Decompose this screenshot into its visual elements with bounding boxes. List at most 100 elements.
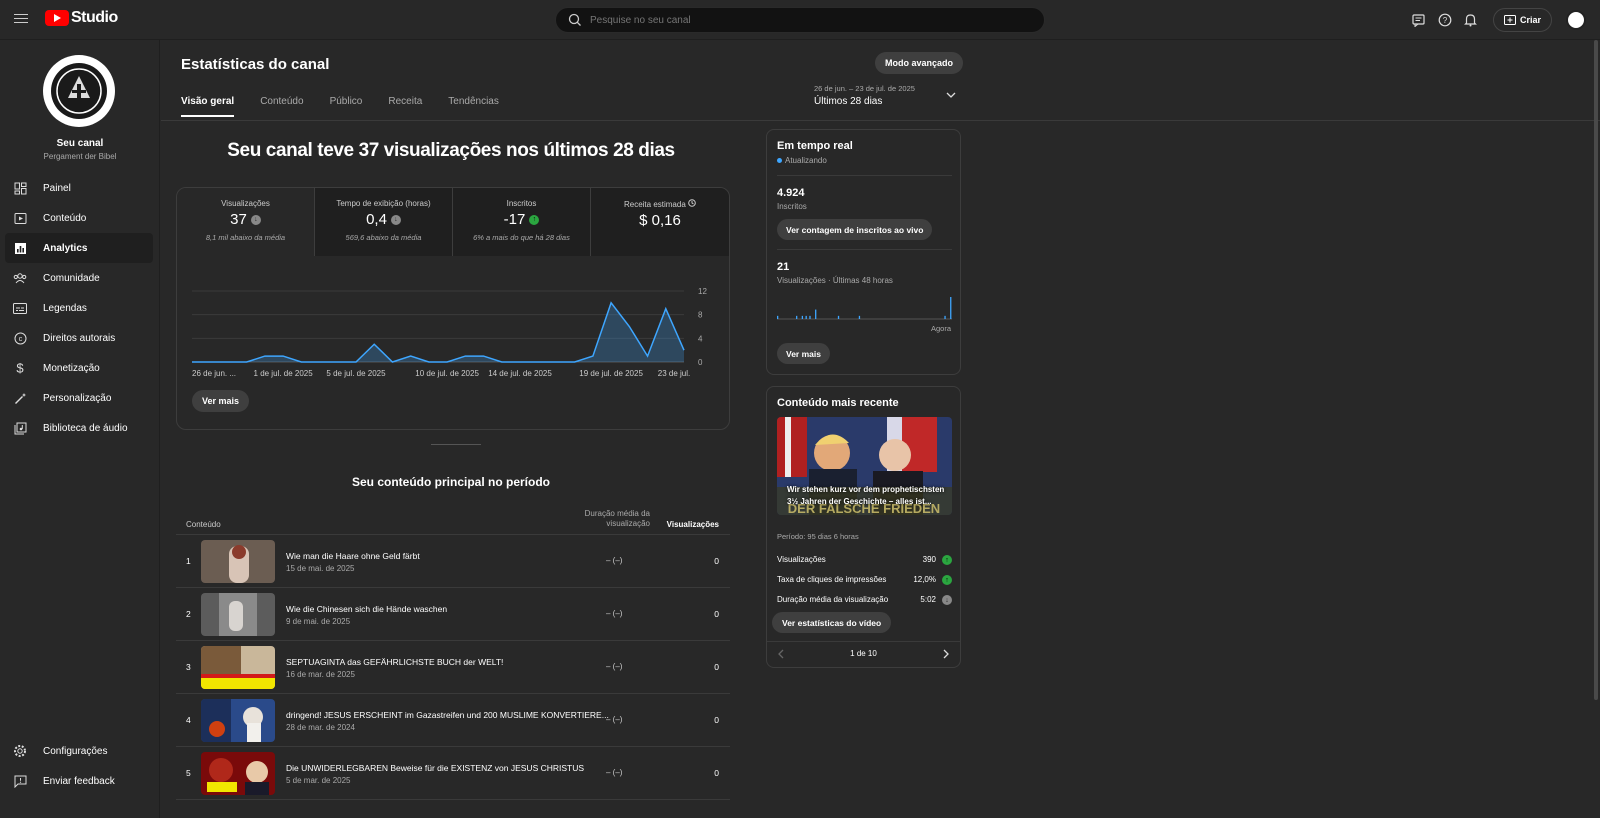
bell-icon[interactable]: [1463, 12, 1479, 28]
video-thumbnail[interactable]: [201, 752, 275, 795]
realtime-bar: [837, 315, 840, 319]
chevron-down-icon: [946, 92, 956, 98]
search-input[interactable]: [590, 11, 1030, 29]
search-box[interactable]: [555, 7, 1045, 33]
metric-label: Visualizações: [221, 199, 270, 208]
sidebar-item-legendas[interactable]: Legendas: [5, 293, 153, 323]
video-thumbnail[interactable]: [201, 540, 275, 583]
live-subscriber-count-button[interactable]: Ver contagem de inscritos ao vivo: [777, 219, 933, 240]
analytics-icon: [13, 241, 27, 255]
sidebar: Seu canal Pergament der Bibel Painel Con…: [0, 40, 160, 818]
table-row[interactable]: 1 Wie man die Haare ohne Geld färbt 15 d…: [176, 535, 730, 588]
channel-avatar[interactable]: [43, 55, 115, 127]
sidebar-item-personalizacao[interactable]: Personalização: [5, 383, 153, 413]
overview-card: Visualizações 37 ↓ 8,1 mil abaixo da médi…: [176, 187, 730, 430]
recent-video-thumbnail[interactable]: DER FALSCHE FRIEDEN Wir stehen kurz vor …: [777, 417, 952, 515]
video-thumbnail[interactable]: [201, 699, 275, 742]
sidebar-item-analytics[interactable]: Analytics: [5, 233, 153, 263]
video-analytics-button[interactable]: Ver estatísticas do vídeo: [772, 612, 892, 633]
feedback-icon[interactable]: [1411, 12, 1427, 28]
sidebar-item-painel[interactable]: Painel: [5, 173, 153, 203]
sidebar-item-label: Monetização: [43, 362, 100, 374]
table-row[interactable]: 3 SEPTUAGINTA das GEFÄHRLICHSTE BUCH der…: [176, 641, 730, 694]
realtime-bar: [809, 315, 811, 319]
copyright-icon: c: [13, 331, 27, 345]
sidebar-item-conteudo[interactable]: Conteúdo: [5, 203, 153, 233]
tab-conteudo[interactable]: Conteúdo: [260, 96, 303, 117]
table-header: Conteúdo Duração média da visualização V…: [176, 507, 730, 535]
avg-duration: – (–): [606, 715, 623, 724]
tab-receita[interactable]: Receita: [388, 96, 422, 117]
video-title[interactable]: Wie man die Haare ohne Geld färbt: [286, 551, 420, 561]
tab-visao-geral[interactable]: Visão geral: [181, 96, 235, 117]
sidebar-item-biblioteca-audio[interactable]: Biblioteca de áudio: [5, 413, 153, 443]
table-row[interactable]: 5 Die UNWIDERLEGBAREN Beweise für die EX…: [176, 747, 730, 800]
sidebar-item-monetizacao[interactable]: $ Monetização: [5, 353, 153, 383]
menu-icon[interactable]: [14, 11, 28, 25]
create-button[interactable]: Criar: [1492, 8, 1552, 32]
views-chart: 0 4 8 12 26 de jun. ... 1 de jul. de 2025 5 de…: [192, 287, 707, 378]
sidebar-item-comunidade[interactable]: Comunidade: [5, 263, 153, 293]
see-more-button[interactable]: Ver mais: [192, 390, 250, 412]
tab-bar: Visão geral Conteúdo Público Receita Ten…: [181, 96, 499, 117]
avg-duration: – (–): [606, 556, 623, 565]
metric-label: Receita estimada: [623, 200, 686, 209]
scrollbar-thumb[interactable]: [1594, 40, 1598, 700]
tab-tendencias[interactable]: Tendências: [448, 96, 499, 117]
row-rank: 3: [186, 662, 191, 672]
sidebar-item-label: Personalização: [43, 392, 112, 404]
video-date: 9 de mai. de 2025: [286, 617, 351, 626]
account-avatar[interactable]: [1566, 10, 1586, 30]
sidebar-item-label: Legendas: [43, 302, 87, 314]
table-row[interactable]: 4 dringend! JESUS ERSCHEINT im Gazastrei…: [176, 694, 730, 747]
channel-logo-icon: [51, 63, 107, 119]
stat-value: 5:02: [920, 595, 936, 604]
chevron-right-icon[interactable]: [942, 649, 950, 659]
realtime-bar: [944, 315, 946, 319]
logo-text: Studio: [71, 9, 118, 26]
realtime-see-more-button[interactable]: Ver mais: [777, 343, 830, 364]
metric-views[interactable]: Visualizações 37 ↓ 8,1 mil abaixo da médi…: [177, 188, 315, 256]
recent-video-caption: Wir stehen kurz vor dem prophetischsten …: [787, 485, 945, 506]
video-title[interactable]: SEPTUAGINTA das GEFÄHRLICHSTE BUCH der W…: [286, 657, 503, 667]
video-thumbnail[interactable]: [201, 593, 275, 636]
sidebar-item-configuracoes[interactable]: Configurações: [5, 736, 153, 766]
metric-watch-time[interactable]: Tempo de exibição (horas) 0,4 ↓ 569,6 aba…: [315, 188, 453, 256]
help-icon[interactable]: ?: [1437, 12, 1453, 28]
metric-subscribers[interactable]: Inscritos -17 ↑ 6% a mais do que há 28 di…: [453, 188, 591, 256]
top-content-table: Conteúdo Duração média da visualização V…: [176, 507, 730, 800]
row-rank: 4: [186, 715, 191, 725]
create-label: Criar: [1519, 15, 1541, 25]
metric-revenue[interactable]: Receita estimada $ 0,16: [591, 188, 729, 256]
channel-name: Seu canal: [56, 138, 104, 149]
advanced-mode-button[interactable]: Modo avançado: [875, 52, 964, 74]
sidebar-bottom: Configurações Enviar feedback: [5, 736, 153, 796]
date-range-picker[interactable]: 26 de jun. – 23 de jul. de 2025 Últimos …: [814, 84, 956, 107]
realtime-bar: [777, 315, 779, 319]
sidebar-item-direitos-autorais[interactable]: c Direitos autorais: [5, 323, 153, 353]
search-icon: [568, 13, 581, 26]
stat-value: 12,0%: [913, 575, 936, 584]
realtime-bar: [858, 315, 861, 319]
col-header-views[interactable]: Visualizações: [656, 520, 719, 529]
metric-label: Inscritos: [506, 199, 537, 208]
col-header-content: Conteúdo: [186, 520, 221, 529]
tabs-divider: [161, 120, 1600, 121]
video-title[interactable]: Die UNWIDERLEGBAREN Beweise für die EXIS…: [286, 763, 584, 773]
arrow-up-icon: ↑: [942, 555, 952, 565]
stat-ctr: Taxa de cliques de impressões 12,0% ↑: [777, 575, 952, 589]
row-rank: 1: [186, 556, 191, 566]
dollar-icon: $: [13, 361, 27, 375]
table-row[interactable]: 2 Wie die Chinesen sich die Hände wasche…: [176, 588, 730, 641]
video-title[interactable]: dringend! JESUS ERSCHEINT im Gazastreife…: [286, 710, 609, 720]
col-header-duration[interactable]: Duração média da visualização: [576, 509, 650, 529]
studio-logo[interactable]: Studio: [45, 9, 118, 27]
stat-label: Taxa de cliques de impressões: [777, 575, 887, 584]
top-bar: Studio ? Criar: [0, 0, 1600, 40]
video-title[interactable]: Wie die Chinesen sich die Hände waschen: [286, 604, 447, 614]
sidebar-item-enviar-feedback[interactable]: Enviar feedback: [5, 766, 153, 796]
video-thumbnail[interactable]: [201, 646, 275, 689]
scrollbar[interactable]: [1592, 40, 1600, 800]
tab-publico[interactable]: Público: [330, 96, 363, 117]
sidebar-item-label: Enviar feedback: [43, 775, 115, 787]
